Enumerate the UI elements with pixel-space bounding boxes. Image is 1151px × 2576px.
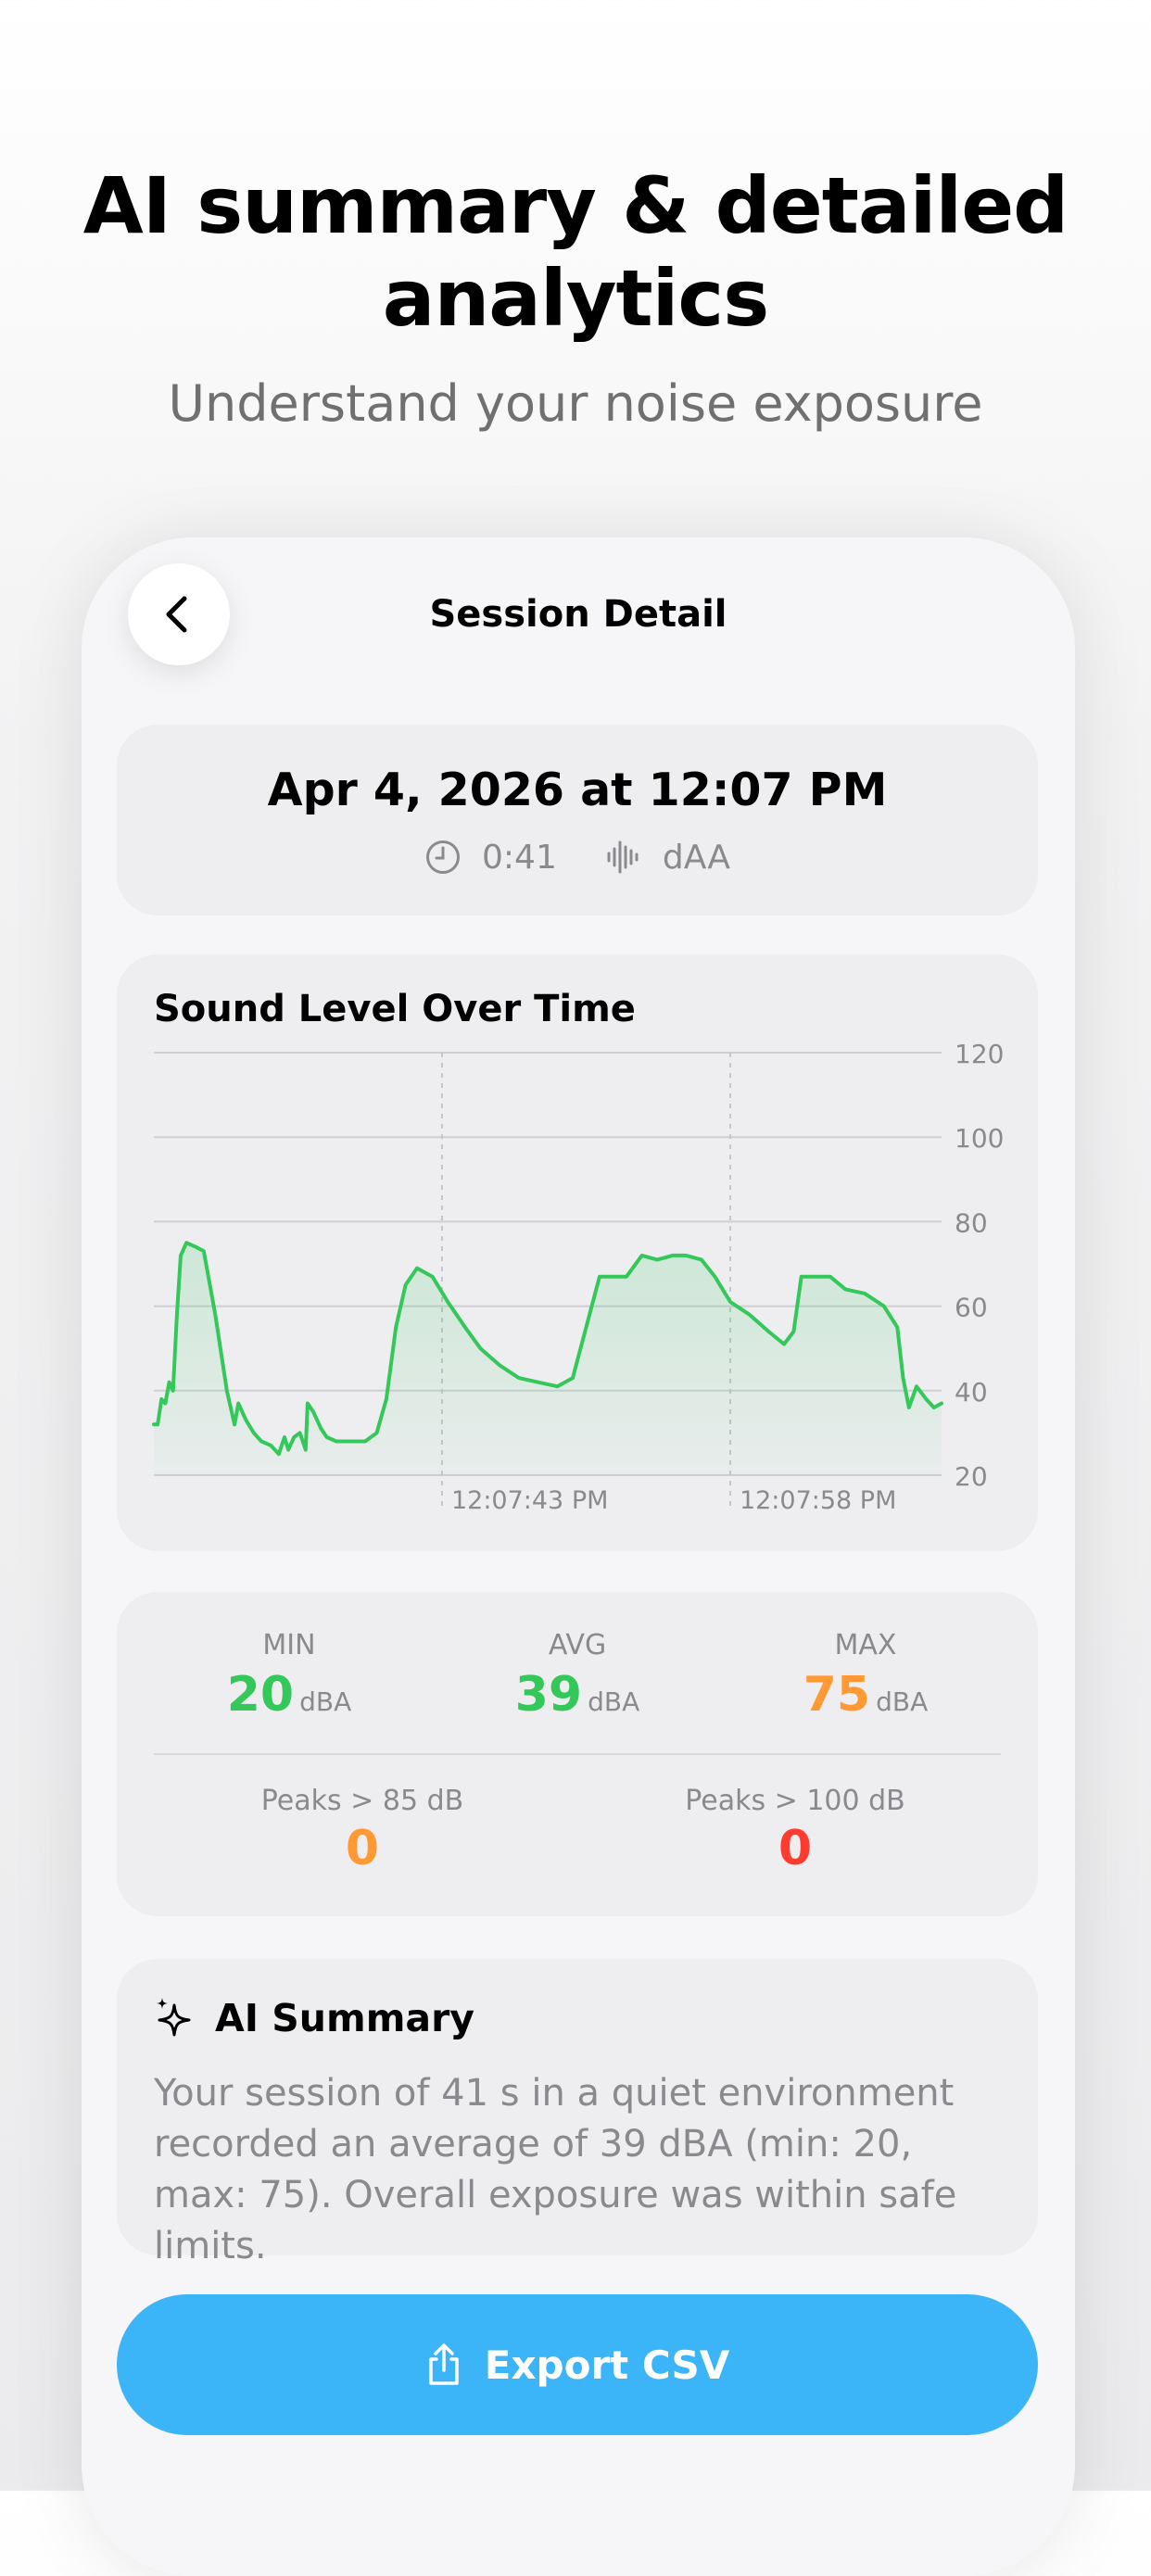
min-value: 20 <box>226 1667 295 1723</box>
duration-item: 0:41 <box>424 839 557 877</box>
ai-summary-card: AI Summary Your session of 41 s in a qui… <box>117 1959 1038 2267</box>
clock-icon <box>426 840 461 874</box>
headline-line-2: analytics <box>382 253 769 344</box>
y-tick-label: 100 <box>955 1123 1004 1154</box>
sound-level-chart: 120 100 80 60 40 20 12:07:43 PM 12:07:58 PM <box>152 1039 1004 1515</box>
session-duration: 0:41 <box>482 838 557 877</box>
y-tick-label: 40 <box>955 1377 988 1408</box>
peaks-85-stat: Peaks > 85 dB 0 <box>209 1785 515 1876</box>
session-weighting: dAA <box>662 838 730 877</box>
x-tick-label: 12:07:43 PM <box>451 1486 608 1515</box>
avg-value: 39 <box>514 1667 583 1723</box>
session-meta: 0:41 dAA <box>117 834 1038 880</box>
peaks-100-value: 0 <box>778 1821 813 1876</box>
peaks-100-stat: Peaks > 100 dB 0 <box>642 1785 948 1876</box>
session-date: Apr 4, 2026 at 12:07 PM <box>267 764 888 816</box>
min-stat: MIN 20 dBA <box>169 1629 410 1723</box>
stats-divider <box>154 1753 1001 1755</box>
ai-summary-title: AI Summary <box>215 1996 475 2040</box>
min-label: MIN <box>262 1629 316 1661</box>
weighting-item: dAA <box>605 839 730 877</box>
y-tick-label: 20 <box>955 1461 988 1492</box>
export-csv-label: Export CSV <box>484 2342 730 2388</box>
peaks-100-label: Peaks > 100 dB <box>685 1785 905 1817</box>
sparkles-icon <box>157 1998 191 2037</box>
stats-card: MIN 20 dBA AVG 39 dBA MAX 75 dBA Peaks > 85… <box>117 1592 1038 1916</box>
phone-screen: Session Detail Apr 4, 2026 at 12:07 PM 0… <box>82 537 1075 2576</box>
peaks-85-value: 0 <box>345 1821 380 1876</box>
avg-label: AVG <box>548 1629 607 1661</box>
max-label: MAX <box>834 1629 897 1661</box>
session-info-card: Apr 4, 2026 at 12:07 PM 0:41 dAA <box>117 725 1038 915</box>
waveform-icon <box>607 840 639 874</box>
marketing-headline: AI summary & detailed analytics <box>0 159 1151 345</box>
y-tick-label: 60 <box>955 1293 988 1323</box>
export-csv-button[interactable]: Export CSV <box>117 2294 1038 2435</box>
max-unit: dBA <box>876 1686 929 1717</box>
nav-title: Session Detail <box>429 593 727 636</box>
y-tick-label: 120 <box>955 1039 1004 1069</box>
marketing-subtitle: Understand your noise exposure <box>168 374 983 433</box>
share-icon <box>429 2343 459 2385</box>
max-value: 75 <box>803 1667 871 1723</box>
avg-unit: dBA <box>588 1686 640 1717</box>
headline-line-1: AI summary & detailed <box>82 160 1069 251</box>
min-unit: dBA <box>299 1686 352 1717</box>
x-tick-label: 12:07:58 PM <box>740 1486 896 1515</box>
avg-stat: AVG 39 dBA <box>457 1629 698 1723</box>
peaks-85-label: Peaks > 85 dB <box>260 1785 464 1817</box>
ai-summary-header: AI Summary <box>154 1996 474 2040</box>
y-tick-label: 80 <box>955 1207 988 1238</box>
sound-level-chart-card: Sound Level Over Time 120 100 80 60 40 20 12:0… <box>117 954 1038 1551</box>
ai-summary-text: Your session of 41 s in a quiet environm… <box>154 2072 957 2267</box>
max-stat: MAX 75 dBA <box>745 1629 986 1723</box>
